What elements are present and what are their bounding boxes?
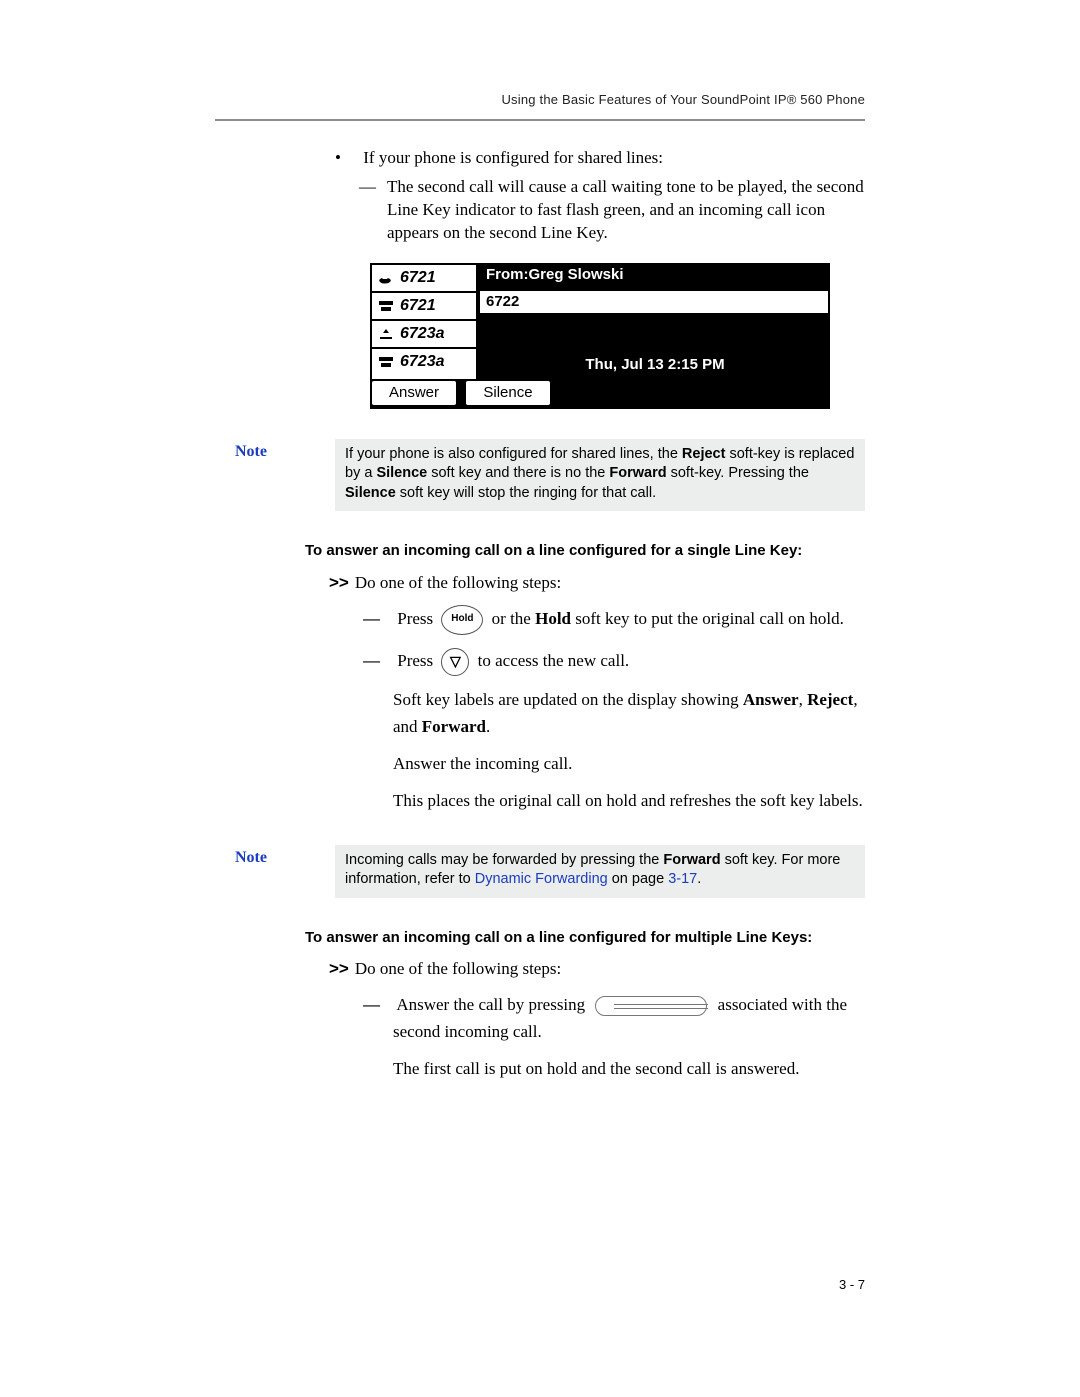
intro-bullet: If your phone is configured for shared l… (335, 147, 865, 245)
from-name: Greg Slowski (529, 265, 624, 285)
sec1-s2-b3: Forward (422, 717, 486, 736)
caller-row: From: Greg Slowski (480, 263, 830, 289)
note2-page-link[interactable]: 3-17 (668, 871, 697, 887)
intro-list: If your phone is configured for shared l… (335, 147, 865, 245)
note2-t4: . (697, 871, 701, 887)
note-label: Note (235, 441, 267, 463)
line-key-3-ext: 6723a (400, 323, 445, 345)
from-number: 6722 (486, 292, 519, 312)
step-arrow-icon: >> (329, 959, 349, 978)
sec1-s2-c1: , (799, 690, 808, 709)
sec1-s2-a: Press (397, 651, 437, 670)
note2-b1: Forward (663, 852, 720, 868)
sec1-s1-b: or the (487, 609, 535, 628)
note-1: Note If your phone is also configured fo… (215, 439, 865, 512)
sec1-s2-b1: Answer (743, 690, 799, 709)
note-1-b3: Forward (609, 465, 666, 481)
softkey-answer[interactable]: Answer (370, 379, 458, 407)
note-1-b2: Silence (376, 465, 427, 481)
section-2-steps: Answer the call by pressing associated w… (363, 991, 865, 1083)
line-key-4: 6723a (372, 349, 476, 375)
line-key-1-ext: 6721 (400, 267, 436, 289)
page: Using the Basic Features of Your SoundPo… (0, 0, 1080, 1397)
sec1-s2-p1: Soft key labels are updated on the displ… (393, 686, 865, 740)
sec1-s2-period: . (486, 717, 490, 736)
down-arrow-key-icon: ▽ (441, 648, 469, 676)
sec2-step-1: Answer the call by pressing associated w… (363, 991, 865, 1083)
section-2-intro: >> Do one of the following steps: (329, 958, 865, 981)
sec1-s2-b: to access the new call. (473, 651, 629, 670)
status-datetime: Thu, Jul 13 2:15 PM (585, 355, 724, 375)
caller-number-row: 6722 (480, 289, 830, 315)
ringing-icon (378, 327, 394, 341)
section-1-intro: >> Do one of the following steps: (329, 572, 865, 595)
line-key-3: 6723a (372, 321, 476, 349)
sec1-s1-bold: Hold (535, 609, 571, 628)
section-2-heading: To answer an incoming call on a line con… (305, 928, 865, 948)
line-key-2: 6721 (372, 293, 476, 321)
section-2-intro-text: Do one of the following steps: (355, 959, 561, 978)
note-2-body: Incoming calls may be forwarded by press… (335, 845, 865, 898)
note-1-t4: soft-key. Pressing the (667, 465, 809, 481)
phone-solid-icon (378, 355, 394, 369)
sec1-step-2: Press ▽ to access the new call. Soft key… (363, 647, 865, 815)
phone-main: From: Greg Slowski 6722 Thu, Jul 13 2:15… (480, 263, 830, 379)
section-1-heading: To answer an incoming call on a line con… (305, 541, 865, 561)
phone-display: 6721 6721 6723a (370, 263, 830, 409)
sec2-s1-p1: The first call is put on hold and the se… (393, 1055, 865, 1082)
from-label: From: (486, 265, 529, 285)
sec1-s2-p2: Answer the incoming call. (393, 750, 865, 777)
note-2: Note Incoming calls may be forwarded by … (215, 845, 865, 898)
section-1-steps: Press Hold or the Hold soft key to put t… (363, 605, 865, 815)
sec1-step-1: Press Hold or the Hold soft key to put t… (363, 605, 865, 635)
sec1-s2-p1a: Soft key labels are updated on the displ… (393, 690, 743, 709)
line-key-icon (595, 996, 707, 1016)
sec1-s1-c: soft key to put the original call on hol… (571, 609, 844, 628)
note-1-b4: Silence (345, 485, 396, 501)
page-number: 3 - 7 (839, 1277, 865, 1292)
dynamic-forwarding-link[interactable]: Dynamic Forwarding (475, 871, 608, 887)
line-key-1: 6721 (372, 265, 476, 293)
note-label: Note (235, 847, 267, 869)
status-bar: Thu, Jul 13 2:15 PM (480, 315, 830, 379)
note-1-b1: Reject (682, 446, 726, 462)
header-rule (215, 119, 865, 121)
hold-key-icon: Hold (441, 605, 483, 635)
intro-bullet-text: If your phone is configured for shared l… (363, 148, 663, 167)
sec1-s2-b2: Reject (807, 690, 853, 709)
note-1-t5: soft key will stop the ringing for that … (396, 485, 656, 501)
note2-t3: on page (608, 871, 668, 887)
softkey-row: Answer Silence (370, 379, 830, 409)
handset-icon (378, 271, 394, 285)
note-1-t1: If your phone is also configured for sha… (345, 446, 682, 462)
note2-t1: Incoming calls may be forwarded by press… (345, 852, 663, 868)
sec2-s1-a: Answer the call by pressing (396, 995, 589, 1014)
section-1-intro-text: Do one of the following steps: (355, 573, 561, 592)
intro-sub: The second call will cause a call waitin… (359, 176, 865, 245)
running-header: Using the Basic Features of Your SoundPo… (215, 92, 865, 107)
line-key-column: 6721 6721 6723a (370, 263, 480, 379)
line-key-4-ext: 6723a (400, 351, 445, 373)
line-key-2-ext: 6721 (400, 295, 436, 317)
note-1-t3: soft key and there is no the (427, 465, 609, 481)
note-1-body: If your phone is also configured for sha… (335, 439, 865, 512)
body-content: If your phone is configured for shared l… (335, 147, 865, 1082)
sec1-s1-a: Press (397, 609, 437, 628)
phone-solid-icon (378, 299, 394, 313)
sec1-s2-p3: This places the original call on hold an… (393, 787, 865, 814)
softkey-silence[interactable]: Silence (464, 379, 552, 407)
step-arrow-icon: >> (329, 573, 349, 592)
